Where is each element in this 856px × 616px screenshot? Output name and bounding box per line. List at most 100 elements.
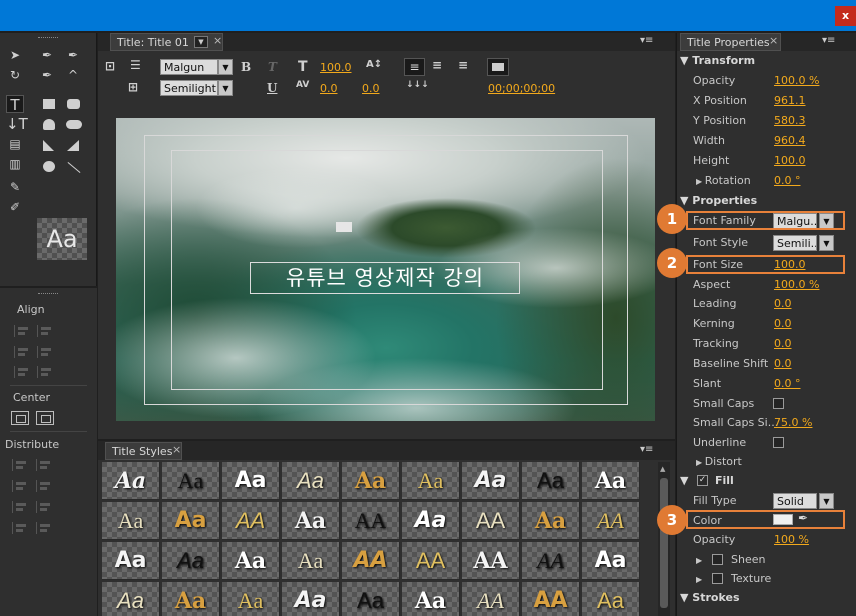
font-style-dropdown[interactable]: Semili... bbox=[773, 235, 817, 251]
convert-anchor-tool-icon[interactable]: ^ bbox=[64, 66, 82, 84]
close-tab-icon[interactable]: × bbox=[769, 34, 778, 47]
add-anchor-tool-icon[interactable]: ✒ bbox=[38, 66, 56, 84]
width-value[interactable]: 960.4 bbox=[774, 134, 806, 147]
chevron-down-icon[interactable]: ▼ bbox=[819, 235, 834, 251]
distort-row[interactable]: ▶ Distort bbox=[696, 455, 742, 468]
title-style-swatch[interactable]: Aa bbox=[222, 542, 280, 580]
height-value[interactable]: 100.0 bbox=[774, 154, 806, 167]
opacity-value[interactable]: 100.0 % bbox=[774, 74, 819, 87]
underline-checkbox[interactable] bbox=[773, 437, 784, 448]
font-family-select[interactable]: Malgun ... bbox=[160, 59, 218, 90]
texture-checkbox[interactable] bbox=[712, 573, 723, 584]
title-style-swatch[interactable]: Aa bbox=[522, 462, 580, 500]
leading-value[interactable]: 0.0 bbox=[774, 297, 792, 310]
title-style-swatch[interactable]: Aa bbox=[282, 502, 340, 540]
title-style-swatch[interactable]: Aa bbox=[582, 582, 640, 616]
chevron-down-icon[interactable]: ▼ bbox=[218, 59, 233, 75]
title-style-swatch[interactable]: Aa bbox=[162, 462, 220, 500]
path-type-tool-icon[interactable]: ✎ bbox=[6, 178, 24, 196]
canvas-title-text[interactable]: 유튜브 영상제작 강의 bbox=[250, 262, 520, 294]
title-style-swatch[interactable]: Aa bbox=[582, 462, 640, 500]
align-left-text-button[interactable]: ≡ bbox=[404, 58, 425, 76]
title-style-swatch[interactable]: Aa bbox=[162, 542, 220, 580]
fill-opacity-value[interactable]: 100 % bbox=[774, 533, 809, 546]
kerning-value[interactable]: 0.0 bbox=[320, 82, 338, 95]
fill-section[interactable]: ▼ bbox=[680, 474, 688, 487]
close-button[interactable]: x bbox=[835, 6, 856, 26]
strokes-section[interactable]: ▼ Strokes bbox=[680, 591, 740, 604]
aspect-value[interactable]: 100.0 % bbox=[774, 278, 819, 291]
title-style-swatch[interactable]: Aa bbox=[462, 462, 520, 500]
close-tab-icon[interactable]: × bbox=[213, 34, 222, 47]
tab-title-styles[interactable]: Title Styles bbox=[105, 442, 182, 460]
new-title-icon[interactable]: ⊡ bbox=[105, 59, 115, 73]
panel-menu-icon[interactable]: ▾≡ bbox=[640, 444, 653, 455]
title-style-swatch[interactable]: Aa bbox=[222, 582, 280, 616]
clipped-corner-tool-icon[interactable] bbox=[43, 119, 55, 130]
close-tab-icon[interactable]: × bbox=[172, 443, 181, 456]
title-style-swatch[interactable]: Aa bbox=[222, 462, 280, 500]
baseline-shift-value[interactable]: 0.0 bbox=[774, 357, 792, 370]
ellipse-tool-icon[interactable] bbox=[43, 161, 55, 172]
small-caps-size-value[interactable]: 75.0 % bbox=[774, 416, 812, 429]
title-style-swatch[interactable]: Aa bbox=[522, 502, 580, 540]
rounded-rectangle-tool-icon[interactable] bbox=[67, 99, 80, 109]
sheen-checkbox[interactable] bbox=[712, 554, 723, 565]
underline-button[interactable]: U bbox=[267, 81, 277, 95]
kerning-value[interactable]: 0.0 bbox=[774, 317, 792, 330]
title-style-swatch[interactable]: AA bbox=[462, 502, 520, 540]
center-vertical-button[interactable] bbox=[36, 411, 54, 425]
title-style-swatch[interactable]: AA bbox=[582, 502, 640, 540]
small-caps-checkbox[interactable] bbox=[773, 398, 784, 409]
vertical-type-tool-icon[interactable]: ↓T bbox=[6, 115, 28, 133]
transform-section[interactable]: ▼ Transform bbox=[680, 54, 755, 67]
title-style-swatch[interactable]: Aa bbox=[342, 582, 400, 616]
rotation-value[interactable]: 0.0 ° bbox=[774, 174, 801, 187]
rounded-corner-tool-icon[interactable] bbox=[66, 120, 82, 129]
fill-checkbox[interactable]: ✓ bbox=[697, 475, 708, 486]
title-style-swatch[interactable]: Aa bbox=[582, 542, 640, 580]
font-size-value[interactable]: 100.0 bbox=[320, 61, 352, 74]
title-style-swatch[interactable]: Aa bbox=[402, 502, 460, 540]
align-center-text-icon[interactable]: ≡ bbox=[432, 58, 442, 72]
title-style-swatch[interactable]: AA bbox=[342, 502, 400, 540]
type-tool-icon[interactable]: T bbox=[6, 95, 24, 114]
sheen-row[interactable]: ▶ bbox=[696, 553, 702, 566]
title-style-swatch[interactable]: AA bbox=[462, 582, 520, 616]
title-style-swatch[interactable]: Aa bbox=[102, 462, 160, 500]
roll-crawl-icon[interactable]: ☰ bbox=[130, 58, 141, 72]
pen-tool-icon[interactable]: ✒ bbox=[38, 46, 56, 64]
title-style-swatch[interactable]: AA bbox=[342, 542, 400, 580]
title-style-swatch[interactable]: Aa bbox=[102, 582, 160, 616]
bold-button[interactable]: B bbox=[241, 60, 251, 74]
selection-tool-icon[interactable]: ➤ bbox=[6, 46, 24, 64]
tab-stops-icon[interactable]: ↓↓↓ bbox=[406, 80, 429, 90]
title-style-swatch[interactable]: Aa bbox=[102, 502, 160, 540]
panel-menu-icon[interactable]: ▾≡ bbox=[640, 35, 653, 46]
line-tool-icon[interactable] bbox=[67, 161, 81, 174]
fill-type-dropdown[interactable]: Solid bbox=[773, 493, 817, 509]
wedge-tool-icon[interactable] bbox=[43, 140, 54, 151]
styles-scrollbar[interactable]: ▲ bbox=[658, 462, 670, 616]
title-dropdown-chevron-icon[interactable]: ▼ bbox=[194, 36, 208, 48]
title-style-swatch[interactable]: Aa bbox=[402, 582, 460, 616]
x-position-value[interactable]: 961.1 bbox=[774, 94, 806, 107]
italic-button[interactable]: T bbox=[268, 60, 277, 74]
panel-menu-icon[interactable]: ▾≡ bbox=[822, 35, 835, 46]
title-style-swatch[interactable]: AA bbox=[522, 582, 580, 616]
title-style-swatch[interactable]: AA bbox=[402, 542, 460, 580]
title-style-swatch[interactable]: Aa bbox=[162, 502, 220, 540]
chevron-down-icon[interactable]: ▼ bbox=[819, 493, 834, 509]
timecode-value[interactable]: 00;00;00;00 bbox=[488, 82, 555, 95]
texture-row[interactable]: ▶ bbox=[696, 572, 702, 585]
area-type-tool-icon[interactable]: ▤ bbox=[6, 135, 24, 153]
title-style-swatch[interactable]: Aa bbox=[342, 462, 400, 500]
title-style-swatch[interactable]: AA bbox=[522, 542, 580, 580]
tracking-value[interactable]: 0.0 bbox=[774, 337, 792, 350]
center-horizontal-button[interactable] bbox=[11, 411, 29, 425]
title-style-swatch[interactable]: Aa bbox=[282, 582, 340, 616]
show-background-video-button[interactable] bbox=[487, 58, 509, 76]
properties-section[interactable]: ▼ Properties bbox=[680, 194, 757, 207]
tracking-value[interactable]: 0.0 bbox=[362, 82, 380, 95]
slant-value[interactable]: 0.0 ° bbox=[774, 377, 801, 390]
